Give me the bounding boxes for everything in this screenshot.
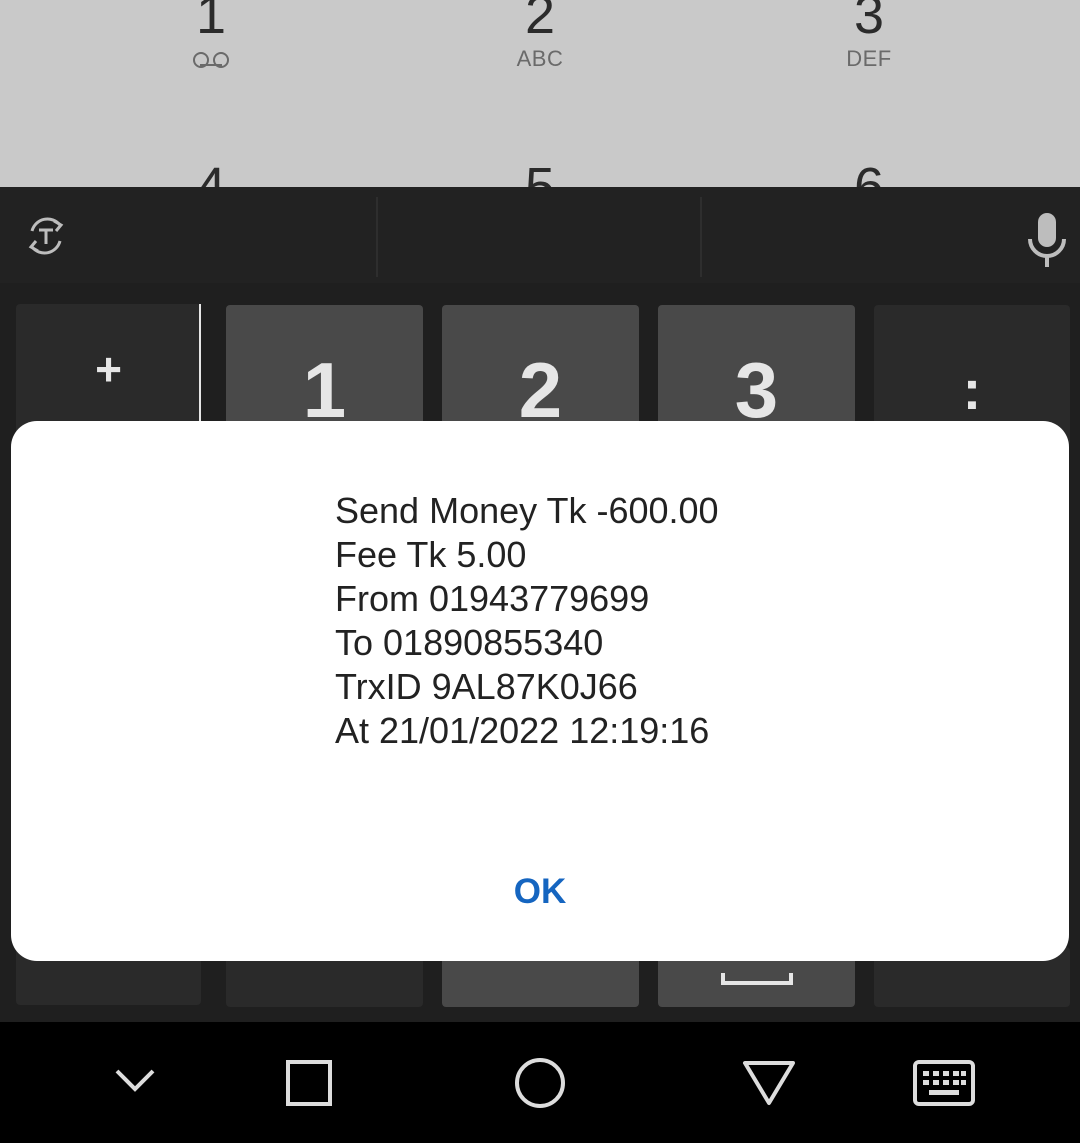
dial-key-number: 4 [195,157,227,187]
key-divider [199,304,201,424]
keyboard-toolbar [0,187,1080,283]
dial-key-number: 1 [195,0,227,45]
navigation-bar [0,1022,1080,1143]
dial-key-2[interactable]: 2 ABC [440,0,640,72]
message-line: To 01890855340 [335,622,604,663]
space-bar-icon [721,973,793,985]
dial-key-1[interactable]: 1 [111,0,311,72]
microphone-icon[interactable] [1026,211,1068,274]
dialog-message: Send Money Tk -600.00 Fee Tk 5.00 From 019… [335,489,719,753]
message-line: TrxID 9AL87K0J66 [335,666,638,707]
message-line: From 01943779699 [335,578,650,619]
ok-button[interactable]: OK [490,867,590,917]
translate-icon[interactable] [24,213,68,264]
back-triangle-icon[interactable] [742,1060,796,1111]
dial-key-4[interactable]: 4 [111,160,311,187]
dial-key-letters: ABC [516,46,564,71]
message-line: Fee Tk 5.00 [335,534,527,575]
recents-square-icon[interactable] [285,1059,333,1112]
dial-key-number: 6 [853,157,885,187]
toolbar-divider [700,197,702,277]
transaction-dialog: Send Money Tk -600.00 Fee Tk 5.00 From 019… [11,421,1069,961]
dialer-keypad: 1 2 ABC 3 DEF 4 5 6 [0,0,1080,187]
dial-key-number: 2 [524,0,556,45]
dial-key-3[interactable]: 3 DEF [769,0,969,72]
toolbar-divider [376,197,378,277]
message-line: Send Money Tk -600.00 [335,490,719,531]
dial-key-6[interactable]: 6 [769,160,969,187]
dial-key-number: 3 [853,0,885,45]
dial-key-letters: DEF [846,46,892,71]
plus-key-label: + [95,343,122,395]
message-line: At 21/01/2022 12:19:16 [335,710,710,751]
keyboard-icon[interactable] [913,1060,975,1111]
chevron-down-icon[interactable] [114,1066,156,1101]
home-circle-icon[interactable] [514,1057,566,1114]
dial-key-number: 5 [524,157,556,187]
dial-key-5[interactable]: 5 [440,160,640,187]
voicemail-icon [111,46,311,72]
